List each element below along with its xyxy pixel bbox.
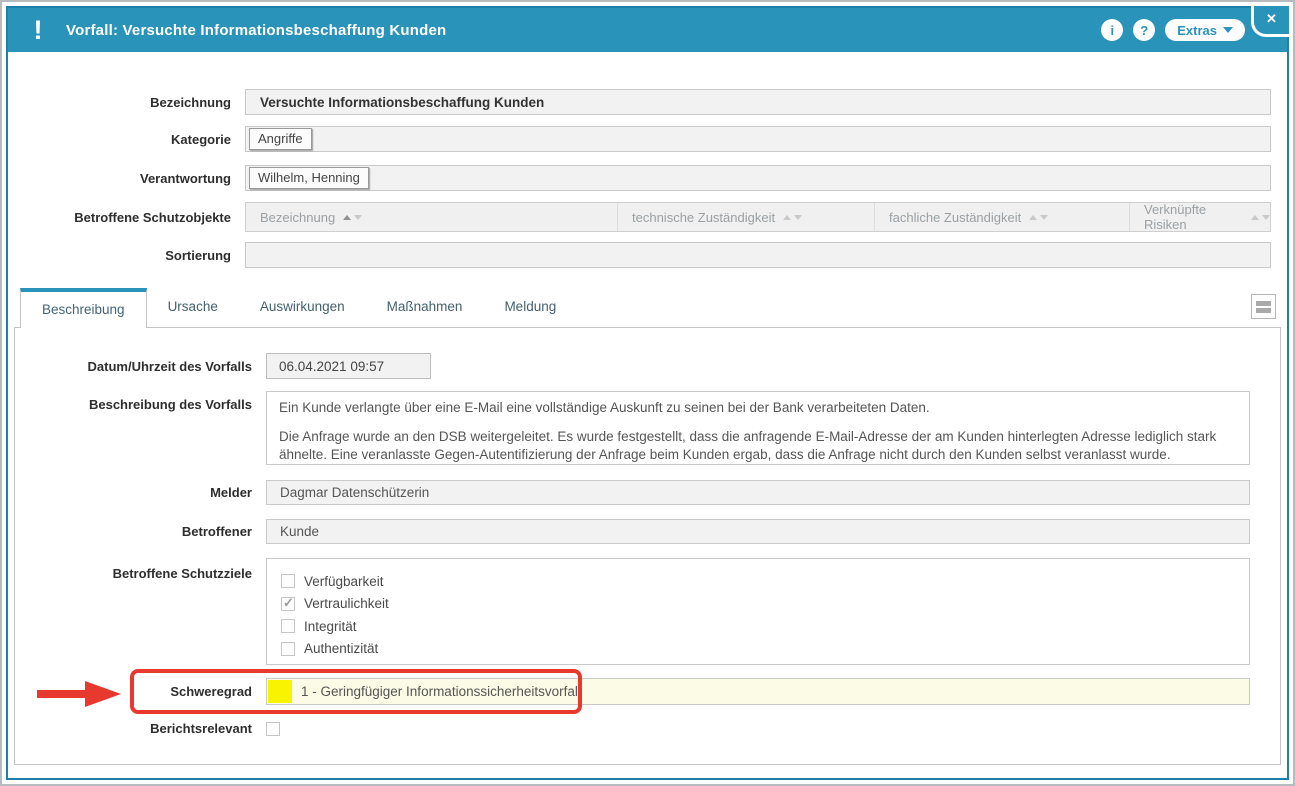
- alert-icon: !: [24, 8, 52, 52]
- schutzziel-authentizitaet: Authentizität: [281, 641, 1249, 656]
- beschreibung-vorfall-label: Beschreibung des Vorfalls: [28, 391, 252, 412]
- schweregrad-value: 1 - Geringfügiger Informationssicherheit…: [301, 684, 581, 699]
- tab-bar: Beschreibung Ursache Auswirkungen Maßnah…: [14, 287, 1281, 327]
- melder-input[interactable]: Dagmar Datenschützerin: [266, 480, 1250, 505]
- sort-desc-icon[interactable]: [1262, 215, 1270, 220]
- schutzziel-verfuegbarkeit: Verfügbarkeit: [281, 574, 1249, 589]
- verantwortung-label: Verantwortung: [8, 171, 231, 186]
- sort-icons: [1251, 215, 1270, 220]
- screenshot-frame: ! Vorfall: Versuchte Informationsbeschaf…: [0, 0, 1295, 786]
- schutzziele-group: Verfügbarkeit Vertraulichkeit Integrität…: [266, 558, 1250, 665]
- datum-label: Datum/Uhrzeit des Vorfalls: [28, 359, 252, 374]
- schutzobjekte-table-header: Bezeichnung technische Zuständigkeit fac…: [245, 202, 1271, 232]
- column-header-label: Bezeichnung: [260, 210, 335, 225]
- schweregrad-select[interactable]: 1 - Geringfügiger Informationssicherheit…: [266, 678, 1250, 705]
- schutzziele-label: Betroffene Schutzziele: [28, 558, 252, 581]
- vertraulichkeit-checkbox[interactable]: [281, 597, 295, 611]
- beschreibung-paragraph: Ein Kunde verlangte über eine E-Mail ein…: [279, 399, 1237, 417]
- integritaet-checkbox[interactable]: [281, 619, 295, 633]
- row-schutzziele: Betroffene Schutzziele Verfügbarkeit Ver…: [28, 558, 1250, 665]
- kategorie-chip[interactable]: Angriffe: [249, 128, 312, 150]
- betroffener-input[interactable]: Kunde: [266, 519, 1250, 544]
- close-button[interactable]: ✕: [1251, 6, 1289, 37]
- titlebar-actions: i ? Extras: [1101, 19, 1245, 41]
- column-header-bezeichnung[interactable]: Bezeichnung: [246, 203, 617, 231]
- row-berichtsrelevant: Berichtsrelevant: [28, 721, 1250, 736]
- column-header-label: Verknüpfte Risiken: [1144, 202, 1243, 232]
- schweregrad-label: Schweregrad: [28, 684, 252, 699]
- row-bezeichnung: Bezeichnung Versuchte Informationsbescha…: [8, 89, 1271, 115]
- kategorie-label: Kategorie: [8, 132, 231, 147]
- sort-desc-icon[interactable]: [1040, 215, 1048, 220]
- sort-icons: [343, 215, 362, 220]
- column-header-label: fachliche Zuständigkeit: [889, 210, 1021, 225]
- verfuegbarkeit-checkbox[interactable]: [281, 574, 295, 588]
- row-kategorie: Kategorie Angriffe: [8, 126, 1271, 152]
- caret-down-icon: [1223, 27, 1233, 33]
- column-header-fachliche-zustaendigkeit[interactable]: fachliche Zuständigkeit: [874, 203, 1129, 231]
- beschreibung-paragraph: Die Anfrage wurde an den DSB weitergelei…: [279, 428, 1237, 464]
- melder-label: Melder: [28, 485, 252, 500]
- sortierung-input[interactable]: [245, 242, 1271, 268]
- row-sortierung: Sortierung: [8, 242, 1271, 268]
- datum-input[interactable]: 06.04.2021 09:57: [266, 353, 431, 379]
- authentizitaet-checkbox[interactable]: [281, 642, 295, 656]
- window-titlebar: ! Vorfall: Versuchte Informationsbeschaf…: [8, 8, 1287, 52]
- verfuegbarkeit-label: Verfügbarkeit: [304, 574, 384, 589]
- info-button[interactable]: i: [1101, 19, 1123, 41]
- berichtsrelevant-label: Berichtsrelevant: [28, 721, 252, 736]
- row-beschreibung-vorfall: Beschreibung des Vorfalls Ein Kunde verl…: [28, 391, 1250, 465]
- tab-auswirkungen[interactable]: Auswirkungen: [239, 287, 366, 327]
- row-schutzobjekte: Betroffene Schutzobjekte Bezeichnung tec…: [8, 202, 1271, 232]
- verantwortung-chip[interactable]: Wilhelm, Henning: [249, 167, 369, 189]
- sort-icons: [783, 215, 802, 220]
- row-verantwortung: Verantwortung Wilhelm, Henning: [8, 165, 1271, 191]
- schutzobjekte-label: Betroffene Schutzobjekte: [8, 210, 231, 225]
- sort-asc-icon[interactable]: [783, 215, 791, 220]
- column-header-technische-zustaendigkeit[interactable]: technische Zuständigkeit: [617, 203, 874, 231]
- betroffener-label: Betroffener: [28, 524, 252, 539]
- sort-asc-icon[interactable]: [343, 215, 351, 220]
- sort-asc-icon[interactable]: [1251, 215, 1259, 220]
- panel-list-icon[interactable]: [1251, 294, 1276, 319]
- extras-button[interactable]: Extras: [1165, 19, 1245, 41]
- help-button[interactable]: ?: [1133, 19, 1155, 41]
- kategorie-input[interactable]: Angriffe: [245, 126, 1271, 152]
- berichtsrelevant-checkbox[interactable]: [266, 722, 280, 736]
- sortierung-label: Sortierung: [8, 248, 231, 263]
- authentizitaet-label: Authentizität: [304, 641, 378, 656]
- sort-desc-icon[interactable]: [354, 215, 362, 220]
- schutzziel-vertraulichkeit: Vertraulichkeit: [281, 596, 1249, 611]
- incident-window: ! Vorfall: Versuchte Informationsbeschaf…: [6, 6, 1289, 780]
- tab-beschreibung[interactable]: Beschreibung: [20, 288, 147, 328]
- integritaet-label: Integrität: [304, 619, 357, 634]
- verantwortung-input[interactable]: Wilhelm, Henning: [245, 165, 1271, 191]
- row-datum: Datum/Uhrzeit des Vorfalls 06.04.2021 09…: [28, 353, 1250, 379]
- sort-icons: [1029, 215, 1048, 220]
- row-melder: Melder Dagmar Datenschützerin: [28, 480, 1250, 505]
- row-betroffener: Betroffener Kunde: [28, 519, 1250, 544]
- column-header-label: technische Zuständigkeit: [632, 210, 775, 225]
- close-icon: ✕: [1266, 11, 1277, 27]
- tab-meldung[interactable]: Meldung: [483, 287, 577, 327]
- tab-ursache[interactable]: Ursache: [147, 287, 239, 327]
- sort-desc-icon[interactable]: [794, 215, 802, 220]
- extras-button-label: Extras: [1177, 23, 1217, 38]
- tab-panel-beschreibung: Datum/Uhrzeit des Vorfalls 06.04.2021 09…: [14, 327, 1281, 765]
- beschreibung-vorfall-textarea[interactable]: Ein Kunde verlangte über eine E-Mail ein…: [266, 391, 1250, 465]
- row-schweregrad: Schweregrad 1 - Geringfügiger Informatio…: [28, 678, 1250, 705]
- column-header-verknuepfte-risiken[interactable]: Verknüpfte Risiken: [1129, 203, 1270, 231]
- window-title: Vorfall: Versuchte Informationsbeschaffu…: [66, 22, 446, 39]
- bezeichnung-input[interactable]: Versuchte Informationsbeschaffung Kunden: [245, 89, 1271, 115]
- schutzziel-integritaet: Integrität: [281, 619, 1249, 634]
- vertraulichkeit-label: Vertraulichkeit: [304, 596, 389, 611]
- tab-massnahmen[interactable]: Maßnahmen: [366, 287, 484, 327]
- bezeichnung-label: Bezeichnung: [8, 95, 231, 110]
- severity-color-swatch: [268, 680, 292, 703]
- sort-asc-icon[interactable]: [1029, 215, 1037, 220]
